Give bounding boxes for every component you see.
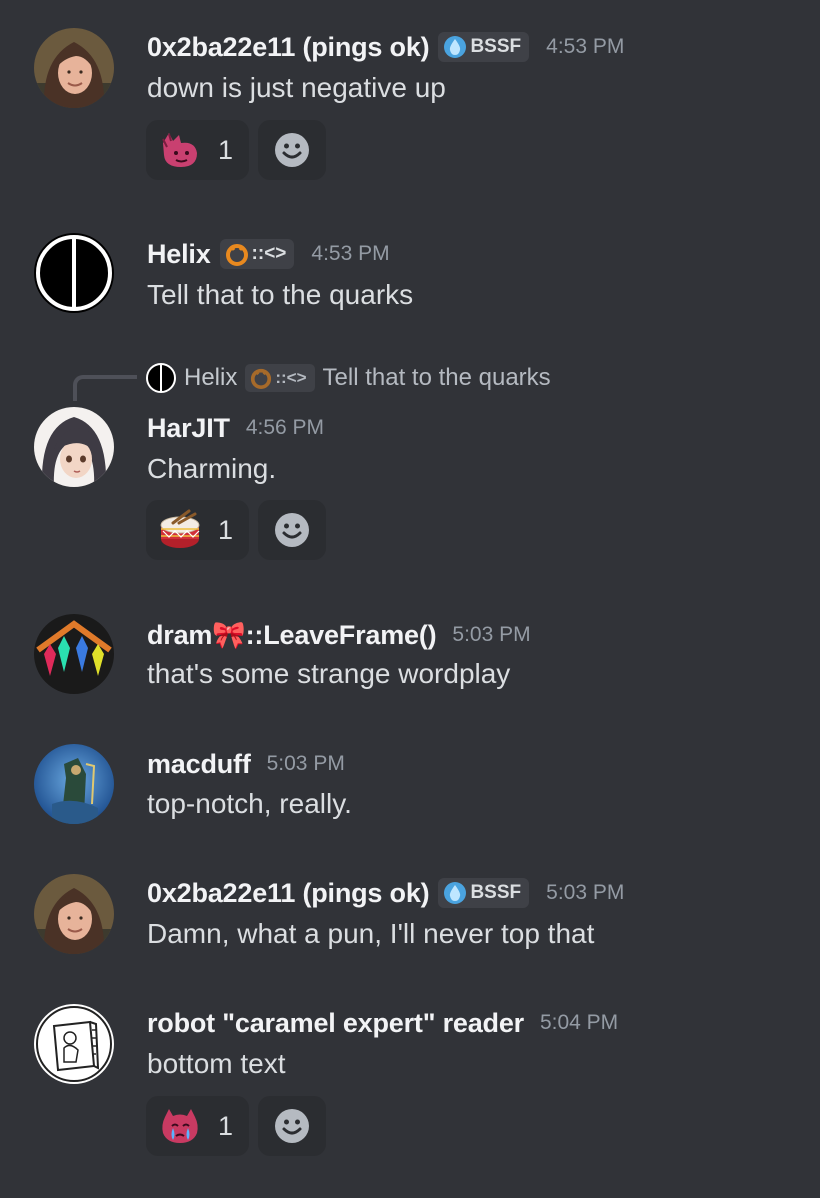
avatar[interactable] <box>34 407 114 487</box>
avatar[interactable] <box>34 28 114 108</box>
username[interactable]: 0x2ba22e11 (pings ok) <box>147 878 430 909</box>
username[interactable]: Helix <box>147 239 211 270</box>
avatar[interactable] <box>34 614 114 694</box>
message-content: Charming. <box>147 453 277 484</box>
avatar[interactable] <box>34 874 114 954</box>
timestamp[interactable]: 4:53 PM <box>546 35 624 59</box>
reply-content: Tell that to the quarks <box>322 364 551 391</box>
timestamp[interactable]: 4:56 PM <box>246 416 324 440</box>
username[interactable]: macduff <box>147 749 251 780</box>
smiley-icon <box>275 513 309 547</box>
add-reaction-button[interactable] <box>258 120 326 180</box>
reactions: 1 <box>146 500 326 560</box>
reaction-count: 1 <box>218 514 234 545</box>
avatar[interactable] <box>34 233 114 313</box>
orange-ring-icon <box>225 244 248 266</box>
server-tag-label: BSSF <box>470 882 522 903</box>
server-tag[interactable]: ::<> <box>219 239 295 269</box>
message-content: that's some strange wordplay <box>147 658 511 689</box>
reactions: 1 <box>146 1096 326 1156</box>
smiley-icon <box>275 133 309 167</box>
avatar[interactable] <box>34 744 114 824</box>
message-content: top-notch, really. <box>147 788 352 819</box>
timestamp[interactable]: 5:04 PM <box>540 1011 618 1035</box>
timestamp[interactable]: 5:03 PM <box>546 881 624 905</box>
orange-ring-icon <box>251 368 272 389</box>
reply-avatar-icon <box>146 363 176 393</box>
crying-pink-emoji-icon <box>162 1109 198 1143</box>
reaction[interactable]: 1 <box>146 1096 249 1156</box>
reaction-count: 1 <box>218 134 234 165</box>
reaction[interactable]: 1 <box>146 500 249 560</box>
message-content: down is just negative up <box>147 72 446 103</box>
water-drop-icon <box>444 882 467 904</box>
reply-username[interactable]: Helix <box>184 364 237 392</box>
water-drop-icon <box>444 36 467 58</box>
server-tag-label: ::<> <box>251 243 287 264</box>
smiley-icon <box>275 1109 309 1143</box>
username[interactable]: robot "caramel expert" reader <box>147 1008 524 1039</box>
add-reaction-button[interactable] <box>258 1096 326 1156</box>
reply-connector <box>73 375 137 401</box>
reaction-count: 1 <box>218 1110 234 1141</box>
reply-server-tag: ::<> <box>245 364 315 392</box>
username[interactable]: 0x2ba22e11 (pings ok) <box>147 32 430 63</box>
avatar[interactable] <box>34 1004 114 1084</box>
server-tag-label: BSSF <box>470 36 522 57</box>
pink-creature-emoji-icon <box>162 133 197 167</box>
timestamp[interactable]: 4:53 PM <box>311 242 389 266</box>
reactions: 1 <box>146 120 326 180</box>
reaction[interactable]: 1 <box>146 120 249 180</box>
server-tag[interactable]: BSSF <box>438 878 530 908</box>
message-content: bottom text <box>147 1048 286 1079</box>
reply-preview[interactable]: Helix ::<> Tell that to the quarks <box>146 363 551 393</box>
add-reaction-button[interactable] <box>258 500 326 560</box>
username[interactable]: HarJIT <box>147 413 230 444</box>
drum-emoji-icon <box>160 509 200 548</box>
message-content: Damn, what a pun, I'll never top that <box>147 918 595 949</box>
reply-server-tag-label: ::<> <box>275 368 307 387</box>
message-content: Tell that to the quarks <box>147 279 414 310</box>
timestamp[interactable]: 5:03 PM <box>267 752 345 776</box>
timestamp[interactable]: 5:03 PM <box>452 623 530 647</box>
server-tag[interactable]: BSSF <box>438 32 530 62</box>
chat-log: 0x2ba22e11 (pings ok) BSSF 4:53 PM down … <box>0 0 820 1198</box>
username[interactable]: dram🎀::LeaveFrame() <box>147 619 437 651</box>
